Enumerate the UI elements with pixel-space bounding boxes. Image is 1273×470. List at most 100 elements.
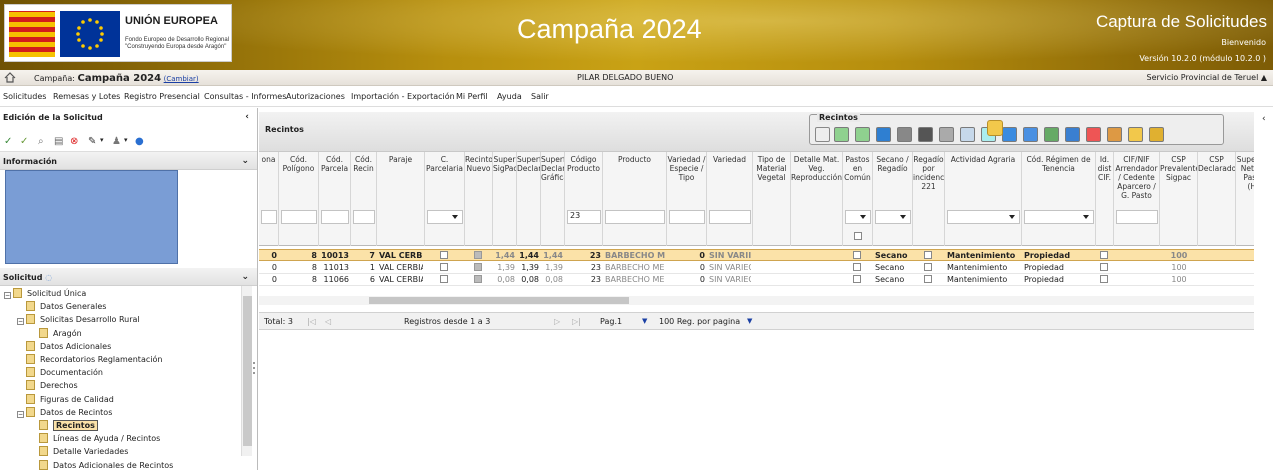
tree-icon[interactable] <box>1044 127 1059 142</box>
column-header[interactable]: Regadío por incidencia 221 <box>913 152 945 246</box>
column-header[interactable]: Variedad <box>707 152 753 246</box>
filter-select[interactable] <box>875 210 911 224</box>
column-header[interactable]: Cód. Régimen de Tenencia <box>1022 152 1096 246</box>
plus-icon[interactable] <box>1002 127 1017 142</box>
settings-icon[interactable] <box>987 120 1003 136</box>
row-checkbox[interactable] <box>1100 275 1108 283</box>
column-header[interactable]: Id. dist CIF. <box>1096 152 1114 246</box>
add-row-icon[interactable] <box>855 127 870 142</box>
table-row[interactable]: 0 8 11013 1 VAL CERBIAN 1,39 1,39 1,39 23 BARBECH… <box>259 262 1254 274</box>
column-header[interactable]: C. Parcelaria <box>425 152 465 246</box>
column-header[interactable]: Cód. Polígono <box>279 152 319 246</box>
column-header[interactable]: Detalle Mat. Veg. Reproducción <box>791 152 843 246</box>
list-icon[interactable] <box>939 127 954 142</box>
map-icon[interactable] <box>1065 127 1080 142</box>
filter-input[interactable] <box>281 210 317 224</box>
user-icon[interactable]: ♟ <box>112 136 121 147</box>
column-header[interactable]: Paraje <box>377 152 425 246</box>
column-header[interactable]: Actividad Agraria <box>945 152 1022 246</box>
change-campaign-link[interactable]: (Cambiar) <box>164 75 199 83</box>
tree-item[interactable]: Recintos <box>30 420 98 433</box>
product-code-filter[interactable]: 23 <box>567 210 601 224</box>
row-checkbox[interactable] <box>924 251 932 259</box>
column-header[interactable]: Cód. Recin <box>351 152 377 246</box>
grid-icon[interactable] <box>1149 127 1164 142</box>
menu-perfil[interactable]: Mi Perfil <box>456 92 488 101</box>
tree-item[interactable]: Datos Adicionales de Recintos <box>30 459 173 470</box>
collapse-node-icon[interactable]: − <box>4 292 11 299</box>
edit-blue-icon[interactable] <box>876 127 891 142</box>
column-header[interactable]: CSP Declarado <box>1198 152 1236 246</box>
table-row[interactable]: 0 8 10013 7 VAL CERBIA 1,44 1,44 1,44 23 BARBECHO… <box>259 249 1254 261</box>
warning-icon[interactable] <box>1128 127 1143 142</box>
tree-item[interactable]: Recordatorios Reglamentación <box>17 354 162 367</box>
row-checkbox[interactable] <box>440 262 448 271</box>
binoculars-icon[interactable]: ⌕ <box>38 136 44 147</box>
pastos-filter-checkbox[interactable] <box>854 232 862 240</box>
column-header[interactable]: CIF/NIF Arrendador / Cedente Aparcero / … <box>1114 152 1160 246</box>
prev-page-icon[interactable]: ◁ <box>325 317 331 326</box>
check-icon[interactable]: ✓ <box>4 136 12 147</box>
filter-select[interactable] <box>1024 210 1094 224</box>
resize-handle-icon[interactable] <box>252 360 256 376</box>
filter-input[interactable] <box>669 210 705 224</box>
last-page-icon[interactable]: ▷| <box>572 317 581 326</box>
row-checkbox[interactable] <box>1100 251 1108 259</box>
filter-select[interactable] <box>845 210 871 224</box>
row-checkbox[interactable] <box>924 275 932 283</box>
tree-item[interactable]: Datos Generales <box>17 301 106 314</box>
menu-importacion[interactable]: Importación - Exportación <box>351 92 455 101</box>
filter-select[interactable] <box>427 210 463 224</box>
column-header[interactable]: Superficie Neta de Pastos (Ha) <box>1236 152 1254 246</box>
copy-icon[interactable] <box>960 127 975 142</box>
row-checkbox[interactable] <box>474 275 482 283</box>
tree-item[interactable]: Aragón <box>30 327 82 341</box>
refresh-icon[interactable]: ◌ <box>45 273 52 282</box>
print-icon[interactable]: ▤ <box>54 136 63 147</box>
column-header[interactable]: Superf Declar <box>517 152 541 246</box>
tree-item[interactable]: − Solicitas Desarrollo Rural <box>17 314 140 327</box>
tree-item[interactable]: Figuras de Calidad <box>17 393 114 407</box>
filter-input[interactable] <box>709 210 751 224</box>
add-green-icon[interactable] <box>834 127 849 142</box>
tree-item[interactable]: − Solicitud Única <box>4 288 86 301</box>
row-checkbox[interactable] <box>853 251 861 259</box>
row-checkbox[interactable] <box>853 262 861 271</box>
column-header[interactable]: CSP Prevalente Sigpac <box>1160 152 1198 246</box>
tree-item[interactable]: Datos Adicionales <box>17 340 111 354</box>
filter-icon[interactable] <box>815 127 830 142</box>
menu-remesas[interactable]: Remesas y Lotes <box>53 92 120 101</box>
grid-hscrollbar[interactable] <box>259 296 1254 305</box>
column-header[interactable]: Producto <box>603 152 667 246</box>
filter-input[interactable] <box>605 210 665 224</box>
tree-item[interactable]: Derechos <box>17 380 78 393</box>
chevron-down-icon[interactable]: ▾ <box>100 136 104 144</box>
column-header[interactable]: Super SigPac <box>493 152 517 246</box>
tree-item[interactable]: Documentación <box>17 367 103 380</box>
row-checkbox[interactable] <box>474 262 482 271</box>
per-page-select[interactable]: 100 Reg. por pagina <box>659 317 740 326</box>
column-header[interactable]: Variedad / Especie / Tipo <box>667 152 707 246</box>
filter-select[interactable] <box>947 210 1020 224</box>
ret-icon[interactable] <box>918 127 933 142</box>
collapse-left-icon[interactable]: ‹ <box>245 112 249 122</box>
column-header[interactable]: Cód. Parcela <box>319 152 351 246</box>
chevron-down-icon[interactable]: ⌄ <box>241 156 249 166</box>
keyboard-icon[interactable] <box>897 127 912 142</box>
menu-consultas[interactable]: Consultas - Informes <box>204 92 286 101</box>
row-checkbox[interactable] <box>474 251 482 259</box>
tree-item[interactable]: Líneas de Ayuda / Recintos <box>30 433 160 446</box>
chevron-up-icon[interactable]: ▲ <box>1261 73 1267 82</box>
filter-input[interactable] <box>1116 210 1158 224</box>
edit-icon[interactable]: ✎ <box>88 136 96 147</box>
column-header[interactable]: ona <box>259 152 279 246</box>
tree-scrollbar[interactable] <box>241 286 252 456</box>
delete-icon[interactable]: ⊗ <box>70 136 78 147</box>
search-map-icon[interactable] <box>1086 127 1101 142</box>
row-checkbox[interactable] <box>440 275 448 283</box>
menu-autorizaciones[interactable]: Autorizaciones <box>286 92 345 101</box>
document-icon[interactable] <box>1023 127 1038 142</box>
chevron-down-icon[interactable]: ▾ <box>124 136 128 144</box>
info-icon[interactable]: ● <box>135 136 144 147</box>
filter-input[interactable] <box>353 210 375 224</box>
